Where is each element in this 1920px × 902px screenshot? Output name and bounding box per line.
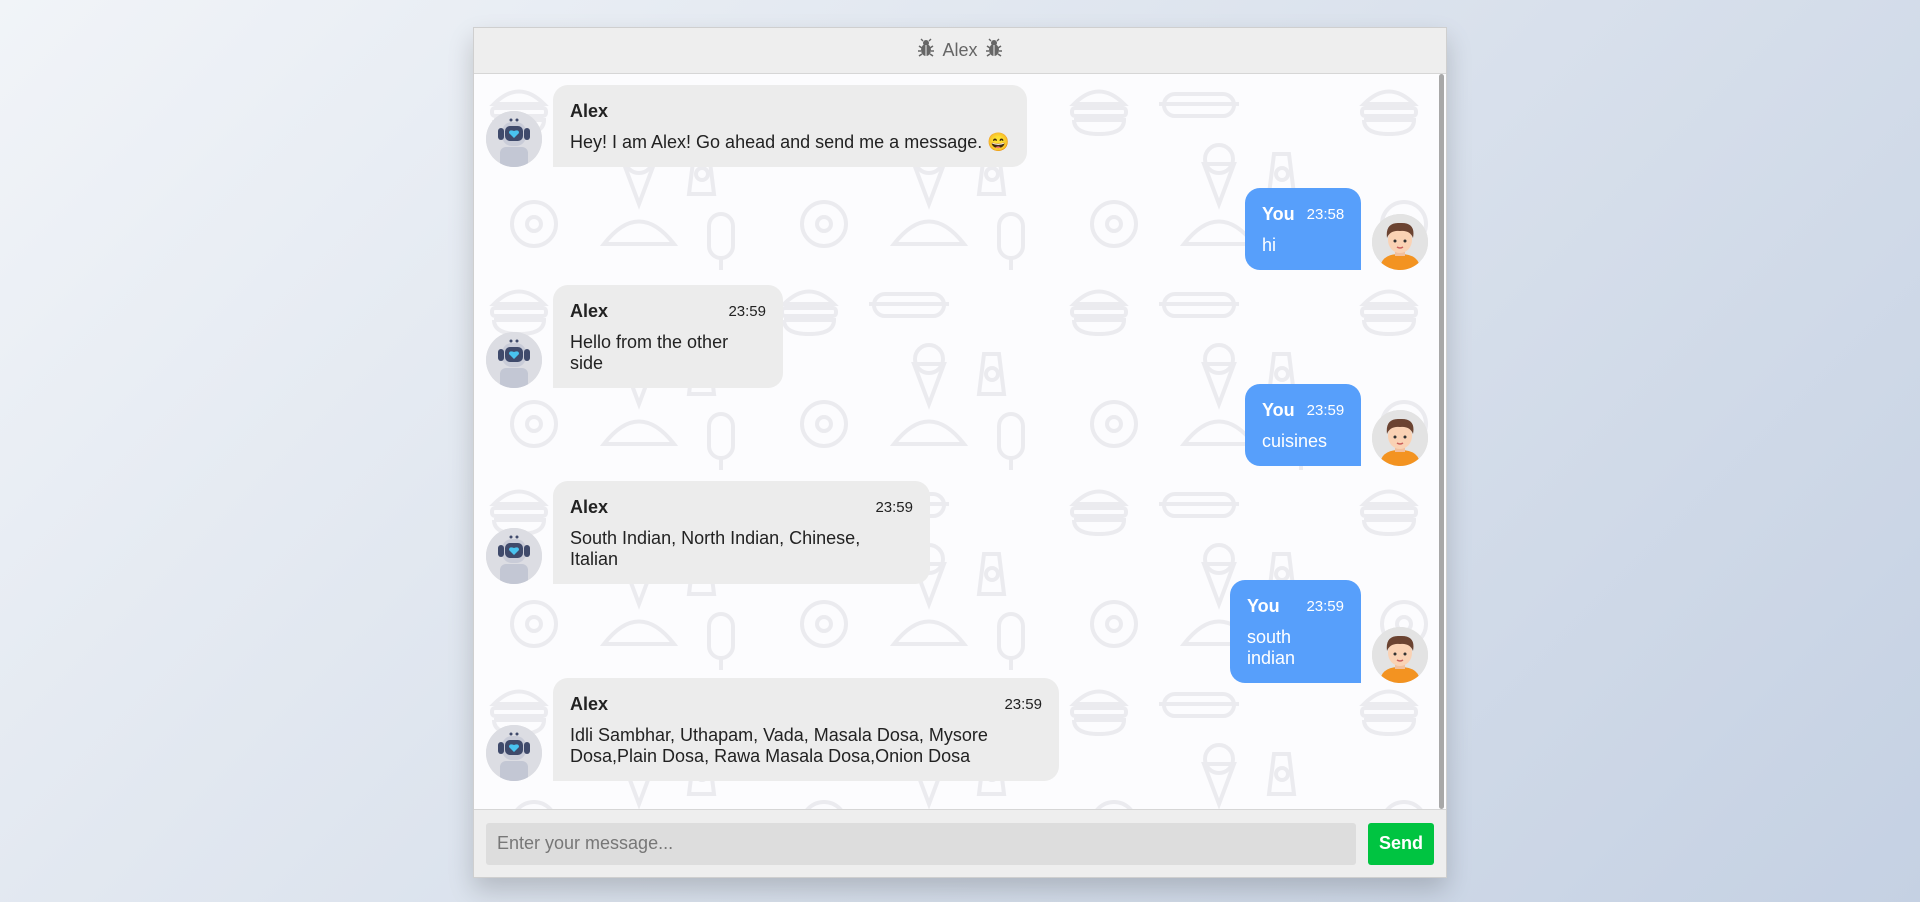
chat-title: Alex xyxy=(942,40,978,60)
user-avatar xyxy=(1372,214,1428,270)
message-time: 23:59 xyxy=(1306,598,1344,615)
message-sender: Alex xyxy=(570,301,609,321)
message-bubble: Alex Hey! I am Alex! Go ahead and send m… xyxy=(553,85,1027,167)
message-bot: Alex 23:59 Hello from the other side xyxy=(486,285,794,388)
message-text: cuisines xyxy=(1262,431,1328,451)
message-user: You 23:59 cuisines xyxy=(1234,384,1428,466)
scrollbar[interactable] xyxy=(1439,74,1444,809)
message-time: 23:59 xyxy=(728,303,766,320)
message-sender: Alex xyxy=(570,101,609,121)
robot-avatar xyxy=(486,332,542,388)
send-button[interactable]: Send xyxy=(1368,822,1434,865)
robot-avatar xyxy=(486,528,542,584)
chat-window: Alex Alex Hey! I am Alex! Go ahead and s… xyxy=(473,27,1447,878)
message-time: 23:58 xyxy=(1306,206,1345,223)
message-list: Alex Hey! I am Alex! Go ahead and send m… xyxy=(474,74,1446,809)
chat-messages-area[interactable]: Alex Hey! I am Alex! Go ahead and send m… xyxy=(474,74,1446,809)
message-sender: You xyxy=(1262,204,1295,224)
message-text: Hey! I am Alex! Go ahead and send me a m… xyxy=(570,132,1010,152)
bug-icon xyxy=(984,38,1004,63)
message-bubble: Alex 23:59 Idli Sambhar, Uthapam, Vada, … xyxy=(553,678,1059,781)
message-text: Hello from the other side xyxy=(570,332,729,373)
message-text: hi xyxy=(1262,235,1277,255)
message-sender: You xyxy=(1262,400,1295,420)
user-avatar xyxy=(1372,627,1428,683)
message-text: south indian xyxy=(1247,627,1296,668)
message-user: You 23:58 hi xyxy=(1234,188,1428,270)
message-bot: Alex 23:59 South Indian, North Indian, C… xyxy=(486,481,941,584)
message-time: 23:59 xyxy=(1004,696,1042,713)
message-bubble: You 23:59 cuisines xyxy=(1245,384,1361,466)
message-bot: Alex Hey! I am Alex! Go ahead and send m… xyxy=(486,85,1038,167)
message-sender: Alex xyxy=(570,497,609,517)
message-bubble: Alex 23:59 Hello from the other side xyxy=(553,285,783,388)
user-avatar xyxy=(1372,410,1428,466)
message-bubble: Alex 23:59 South Indian, North Indian, C… xyxy=(553,481,930,584)
robot-avatar xyxy=(486,725,542,781)
message-text: Idli Sambhar, Uthapam, Vada, Masala Dosa… xyxy=(570,725,988,766)
message-bot: Alex 23:59 Idli Sambhar, Uthapam, Vada, … xyxy=(486,678,1070,781)
message-input[interactable] xyxy=(486,822,1356,865)
message-bubble: You 23:58 hi xyxy=(1245,188,1361,270)
message-time: 23:59 xyxy=(1306,402,1345,419)
message-bubble: You 23:59 south indian xyxy=(1230,580,1361,683)
chat-header: Alex xyxy=(474,28,1446,74)
message-input-area: Send xyxy=(474,809,1446,877)
message-sender: You xyxy=(1247,596,1280,616)
message-sender: Alex xyxy=(570,694,609,714)
message-text: South Indian, North Indian, Chinese, Ita… xyxy=(570,528,861,569)
bug-icon xyxy=(916,38,936,63)
message-user: You 23:59 south indian xyxy=(1219,580,1428,683)
robot-avatar xyxy=(486,111,542,167)
message-time: 23:59 xyxy=(875,499,913,516)
